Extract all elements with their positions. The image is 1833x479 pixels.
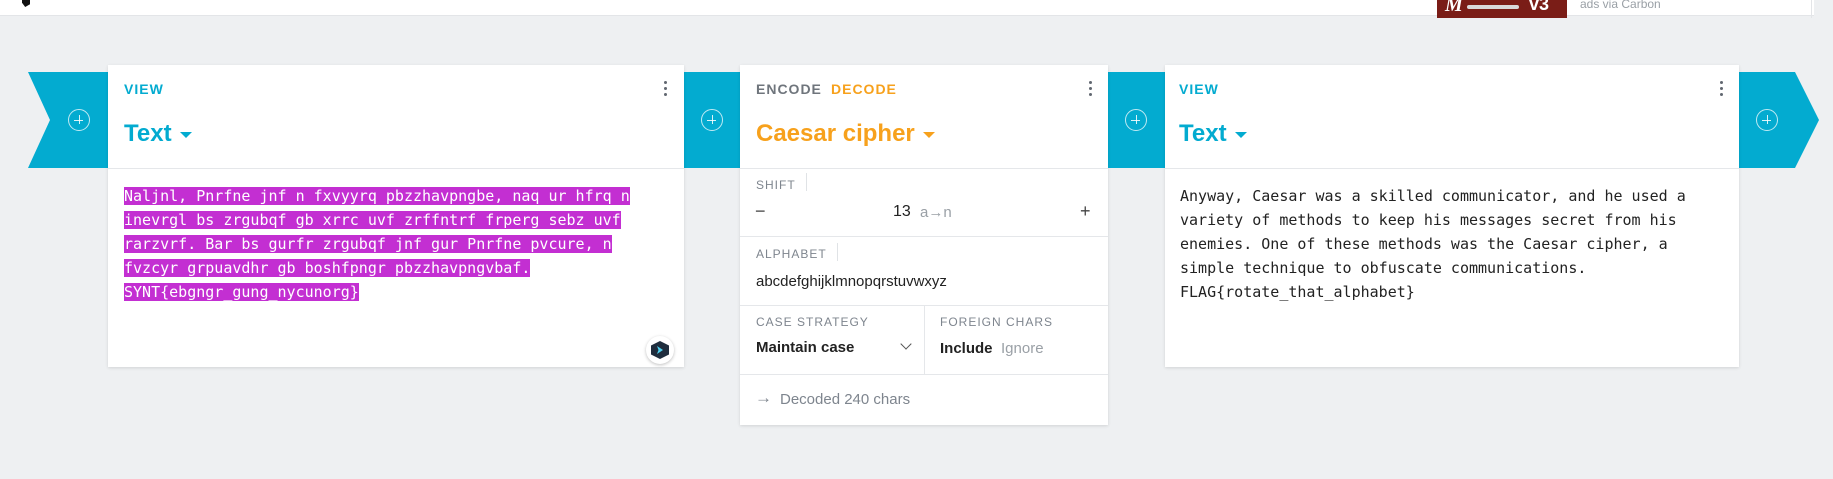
ad-image[interactable]: M v3 <box>1437 0 1567 18</box>
arrow-right-icon: → <box>755 388 772 407</box>
text-line: simple technique to obfuscate communicat… <box>1180 259 1587 277</box>
view-type-label: Text <box>124 120 172 147</box>
view-type-dropdown[interactable]: Text <box>1179 120 1247 148</box>
output-text-area[interactable]: Anyway, Caesar was a skilled communicato… <box>1180 184 1730 304</box>
case-strategy-select[interactable]: Maintain case <box>756 338 912 359</box>
caret-down-icon <box>1234 131 1247 138</box>
ad-text[interactable]: ads via Carbon <box>1580 0 1661 11</box>
text-line: Naljnl, Pnrfne jnf n fxvyyrq pbzzhavpngb… <box>124 187 630 205</box>
cursor-icon <box>22 0 30 7</box>
text-line: rarzvrf. Bar bs gurfr zrgubqf jnf gur Pn… <box>124 235 612 253</box>
view-label: VIEW <box>1179 81 1219 97</box>
shift-label: SHIFT <box>756 178 796 192</box>
text-line: fvzcyr grpuavdhr gb boshfpngr pbzzhavpng… <box>124 259 531 277</box>
divider <box>740 374 1108 375</box>
divider <box>740 236 1108 237</box>
alphabet-label: ALPHABET <box>756 247 827 261</box>
field-divider <box>837 243 838 261</box>
caesar-cipher-card: ENCODE DECODE Caesar cipher SHIFT − 13 a… <box>740 65 1108 425</box>
text-line: Anyway, Caesar was a skilled communicato… <box>1180 187 1686 205</box>
ad-divider <box>1811 0 1812 18</box>
text-line: SYNT{ebgngr_gung_nycunorg} <box>124 283 359 301</box>
shift-increment-button[interactable]: + <box>1080 201 1091 222</box>
status-text: Decoded 240 chars <box>780 391 911 408</box>
more-menu-icon[interactable] <box>664 81 668 97</box>
divider <box>924 305 925 374</box>
more-menu-icon[interactable] <box>1089 81 1093 97</box>
view-type-label: Text <box>1179 120 1227 147</box>
text-line: enemies. One of these methods was the Ca… <box>1180 235 1668 253</box>
add-step-icon[interactable] <box>1756 109 1778 131</box>
operation-dropdown[interactable]: Caesar cipher <box>756 120 935 148</box>
operation-label: Caesar cipher <box>756 120 915 147</box>
foreign-chars-ignore-option[interactable]: Ignore <box>1001 340 1044 357</box>
text-line: FLAG{rotate_that_alphabet} <box>1180 283 1415 301</box>
foreign-chars-include-option[interactable]: Include <box>940 340 993 357</box>
grammarly-icon[interactable] <box>646 336 674 364</box>
view-label: VIEW <box>124 81 164 97</box>
shift-hint: a→n <box>920 204 952 221</box>
input-view-card: VIEW Text Naljnl, Pnrfne jnf n fxvyyrq p… <box>108 65 684 367</box>
add-step-icon[interactable] <box>68 109 90 131</box>
text-line: variety of methods to keep his messages … <box>1180 211 1677 229</box>
decode-toggle[interactable]: DECODE <box>831 81 897 97</box>
encode-toggle[interactable]: ENCODE <box>756 81 822 97</box>
alphabet-input[interactable]: abcdefghijklmnopqrstuvwxyz <box>756 273 947 290</box>
case-strategy-value: Maintain case <box>756 339 855 356</box>
field-divider <box>806 173 807 191</box>
add-step-connector-2[interactable] <box>1108 72 1166 168</box>
card-header: VIEW Text <box>108 65 684 169</box>
shift-decrement-button[interactable]: − <box>755 201 766 222</box>
view-type-dropdown[interactable]: Text <box>124 120 192 148</box>
text-line: inevrgl bs zrgubqf gb xrrc uvf zrffntrf … <box>124 211 621 229</box>
shift-value[interactable]: 13 <box>893 203 911 221</box>
foreign-chars-label: FOREIGN CHARS <box>940 315 1054 329</box>
caret-down-icon <box>922 131 935 138</box>
add-step-icon[interactable] <box>701 109 723 131</box>
add-step-connector-start[interactable] <box>28 72 108 168</box>
ad-image-bar <box>1467 5 1519 9</box>
add-step-icon[interactable] <box>1125 109 1147 131</box>
card-header: ENCODE DECODE Caesar cipher <box>740 65 1108 169</box>
caret-down-icon <box>179 131 192 138</box>
card-header: VIEW Text <box>1165 65 1739 169</box>
more-menu-icon[interactable] <box>1720 81 1724 97</box>
add-step-connector-end[interactable] <box>1739 72 1819 168</box>
case-strategy-label: CASE STRATEGY <box>756 315 869 329</box>
output-view-card: VIEW Text Anyway, Caesar was a skilled c… <box>1165 65 1739 367</box>
add-step-connector-1[interactable] <box>684 72 742 168</box>
top-bar: M v3 ads via Carbon <box>0 0 1814 18</box>
ad-image-letter: M <box>1445 0 1463 16</box>
chevron-down-icon <box>900 338 912 350</box>
input-text-area[interactable]: Naljnl, Pnrfne jnf n fxvyyrq pbzzhavpngb… <box>124 184 669 304</box>
ad-image-badge: v3 <box>1529 0 1550 14</box>
